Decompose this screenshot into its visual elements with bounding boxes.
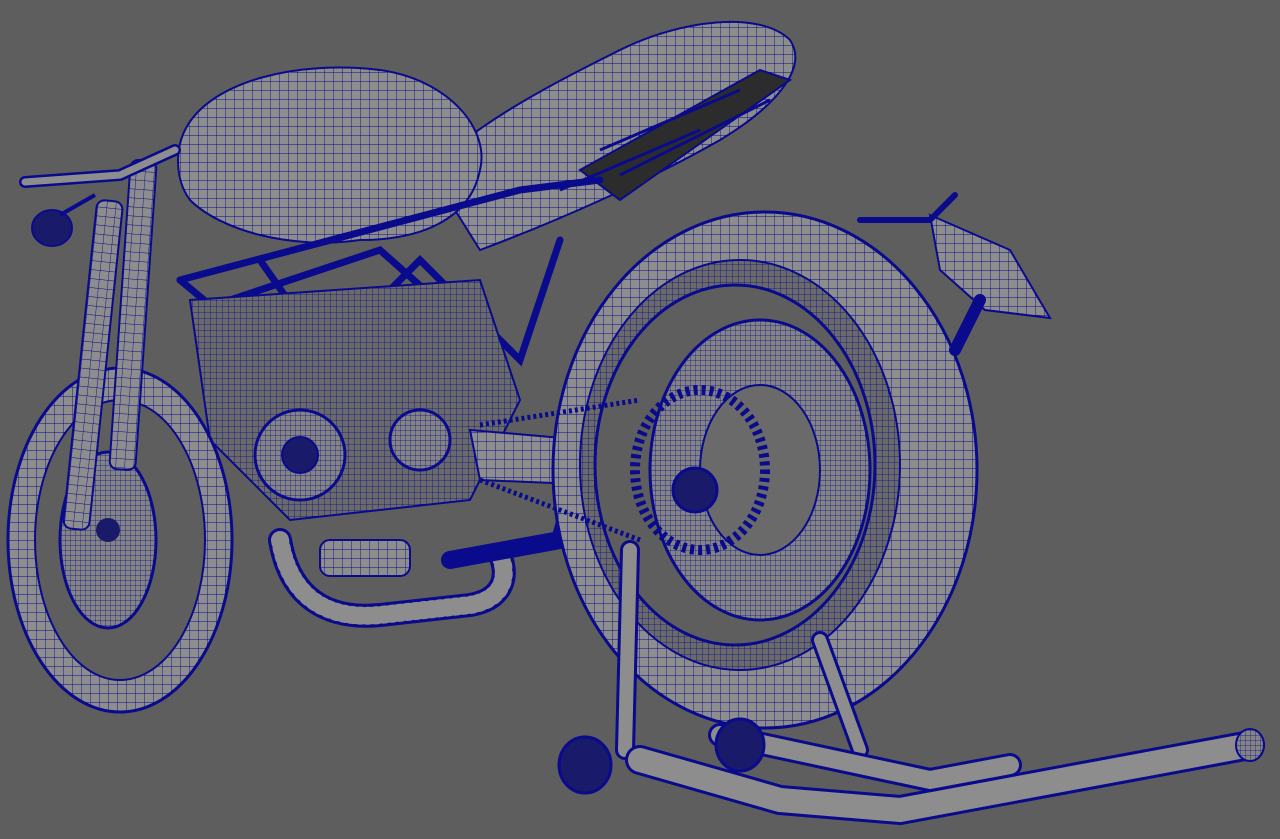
mirror[interactable] bbox=[31, 193, 96, 247]
engine[interactable] bbox=[188, 278, 522, 522]
3d-viewport[interactable] bbox=[0, 0, 1280, 839]
fuel-tank[interactable] bbox=[177, 66, 483, 244]
viewport-canvas[interactable] bbox=[0, 0, 1280, 839]
